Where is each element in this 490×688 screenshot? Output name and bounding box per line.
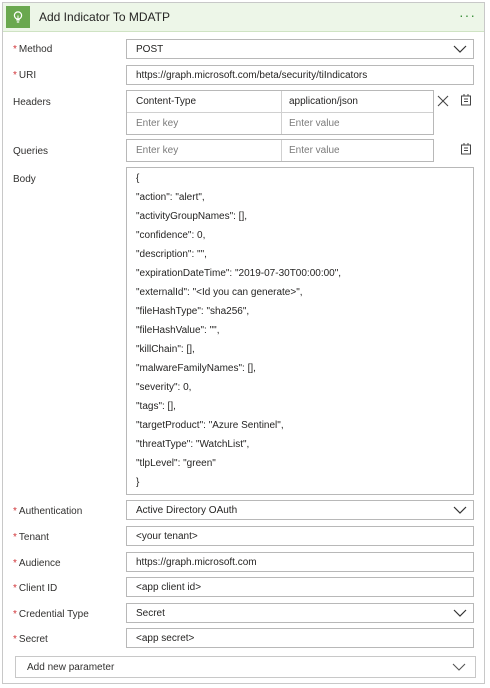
uri-input[interactable]: https://graph.microsoft.com/beta/securit… [126, 65, 474, 85]
method-label: * Method [13, 44, 53, 55]
method-dropdown[interactable]: POST [126, 39, 474, 59]
secret-label: * Secret [13, 634, 48, 645]
chevron-down-icon [452, 663, 466, 671]
header-key[interactable]: Content-Type [136, 96, 196, 107]
body-line: "fileHashValue": "", [136, 325, 220, 336]
body-line: "tags": [], [136, 401, 176, 412]
authentication-value: Active Directory OAuth [136, 505, 238, 516]
body-line: "fileHashType": "sha256", [136, 306, 250, 317]
authentication-dropdown[interactable]: Active Directory OAuth [126, 500, 474, 520]
body-line: "action": "alert", [136, 192, 205, 203]
query-value-input[interactable]: Enter value [289, 145, 340, 156]
header-value-input[interactable]: Enter value [289, 118, 340, 129]
switch-to-text-icon[interactable] [459, 142, 473, 156]
bulb-icon [6, 6, 30, 28]
query-new-row: Enter key Enter value [127, 140, 433, 161]
audience-value: https://graph.microsoft.com [136, 557, 257, 568]
card-title: Add Indicator To MDATP [39, 10, 170, 24]
body-line: "targetProduct": "Azure Sentinel", [136, 420, 284, 431]
body-line: "externalId": "<Id you can generate>", [136, 287, 303, 298]
uri-value: https://graph.microsoft.com/beta/securit… [136, 70, 368, 81]
headers-label: Headers [13, 97, 51, 108]
secret-value: <app secret> [136, 633, 195, 644]
add-new-parameter-dropdown[interactable]: Add new parameter [15, 656, 476, 678]
header-new-row: Enter key Enter value [127, 112, 433, 134]
audience-input[interactable]: https://graph.microsoft.com [126, 552, 474, 572]
queries-table: Enter key Enter value [126, 139, 434, 162]
header-row: Content-Type application/json [127, 91, 433, 112]
body-line: { [136, 173, 140, 184]
action-card: Add Indicator To MDATP ··· * Method POST … [2, 2, 485, 684]
headers-table: Content-Type application/json Enter key … [126, 90, 434, 135]
body-editor[interactable]: { "action": "alert", "activityGroupNames… [126, 167, 474, 495]
tenant-input[interactable]: <your tenant> [126, 526, 474, 546]
credential-type-value: Secret [136, 608, 165, 619]
body-label: Body [13, 174, 36, 185]
queries-label: Queries [13, 146, 49, 157]
client-id-value: <app client id> [136, 582, 202, 593]
tenant-value: <your tenant> [136, 531, 198, 542]
switch-to-text-icon[interactable] [459, 93, 473, 107]
header-value[interactable]: application/json [289, 96, 358, 107]
credential-type-label: * Credential Type [13, 609, 89, 620]
body-line: "expirationDateTime": "2019-07-30T00:00:… [136, 268, 342, 279]
method-value: POST [136, 44, 164, 55]
tenant-label: * Tenant [13, 532, 49, 543]
audience-label: * Audience [13, 558, 61, 569]
body-line: "threatType": "WatchList", [136, 439, 250, 450]
body-line: "severity": 0, [136, 382, 192, 393]
body-line: "malwareFamilyNames": [], [136, 363, 256, 374]
header-key-input[interactable]: Enter key [136, 118, 178, 129]
authentication-label: * Authentication [13, 506, 83, 517]
credential-type-dropdown[interactable]: Secret [126, 603, 474, 623]
client-id-label: * Client ID [13, 583, 58, 594]
body-line: } [136, 477, 140, 488]
chevron-down-icon [453, 506, 467, 514]
chevron-down-icon [453, 45, 467, 53]
add-new-parameter-label: Add new parameter [27, 662, 115, 673]
card-header[interactable]: Add Indicator To MDATP ··· [3, 3, 484, 32]
chevron-down-icon [453, 609, 467, 617]
uri-label: * URI [13, 70, 37, 81]
more-options-button[interactable]: ··· [459, 7, 476, 23]
query-key-input[interactable]: Enter key [136, 145, 178, 156]
body-line: "tlpLevel": "green" [136, 458, 216, 469]
close-icon[interactable] [436, 94, 450, 108]
body-line: "activityGroupNames": [], [136, 211, 248, 222]
body-line: "confidence": 0, [136, 230, 206, 241]
body-line: "description": "", [136, 249, 207, 260]
secret-input[interactable]: <app secret> [126, 628, 474, 648]
body-line: "killChain": [], [136, 344, 195, 355]
client-id-input[interactable]: <app client id> [126, 577, 474, 597]
